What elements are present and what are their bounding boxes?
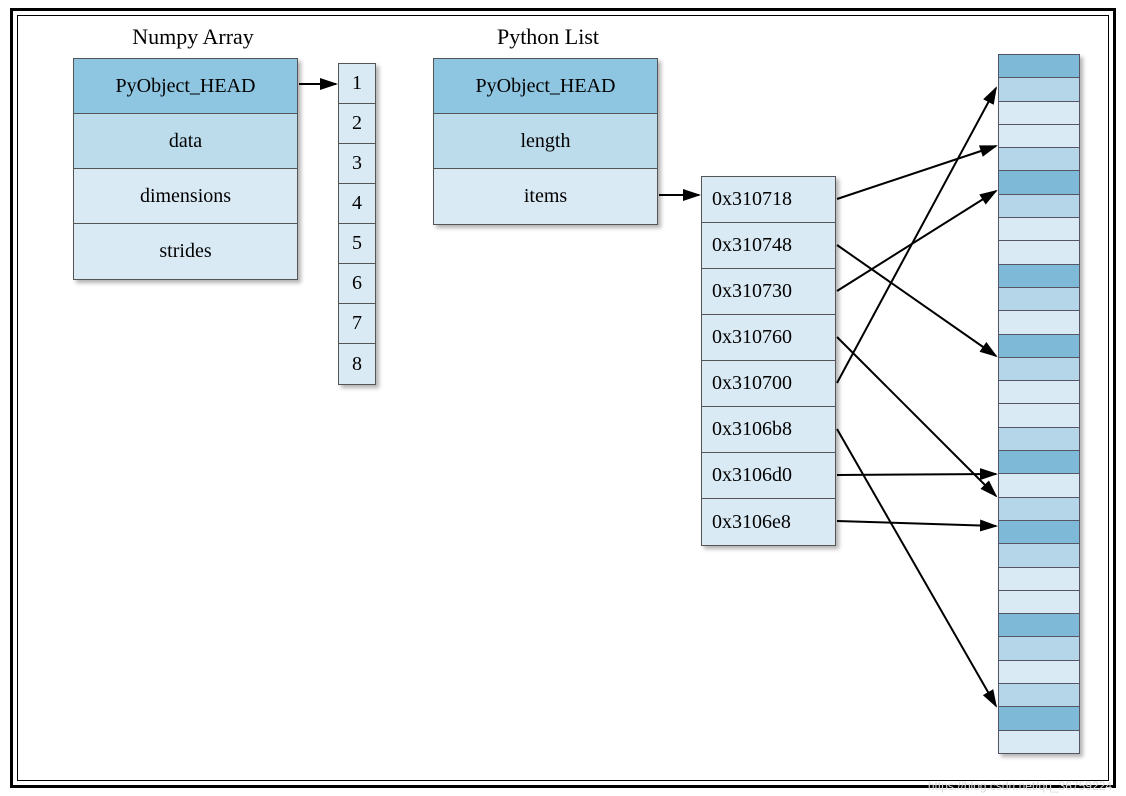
memory-cell: [999, 125, 1079, 148]
memory-cell: [999, 707, 1079, 730]
ptr-cell: 0x310760: [702, 315, 835, 361]
numpy-row-dimensions: dimensions: [74, 169, 297, 224]
memory-cell: [999, 335, 1079, 358]
ptr-cell: 0x3106b8: [702, 407, 835, 453]
memory-cell: [999, 78, 1079, 101]
memory-cell: [999, 171, 1079, 194]
num-cell: 1: [339, 64, 375, 104]
memory-cell: [999, 614, 1079, 637]
memory-cell: [999, 684, 1079, 707]
list-row-items: items: [434, 169, 657, 224]
memory-cell: [999, 311, 1079, 334]
num-cell: 4: [339, 184, 375, 224]
numpy-row-strides: strides: [74, 224, 297, 279]
list-struct: PyObject_HEAD length items: [433, 58, 658, 225]
list-title: Python List: [448, 24, 648, 50]
memory-cell: [999, 102, 1079, 125]
memory-cell: [999, 358, 1079, 381]
watermark: https://blog.csdn.net/qq_36759224: [928, 779, 1112, 793]
memory-cell: [999, 381, 1079, 404]
memory-cell: [999, 521, 1079, 544]
memory-cell: [999, 568, 1079, 591]
num-cell: 3: [339, 144, 375, 184]
numpy-title: Numpy Array: [93, 24, 293, 50]
memory-cell: [999, 218, 1079, 241]
num-cell: 5: [339, 224, 375, 264]
memory-cell: [999, 241, 1079, 264]
memory-cell: [999, 591, 1079, 614]
ptr-cell: 0x310730: [702, 269, 835, 315]
memory-cell: [999, 265, 1079, 288]
memory-cell: [999, 544, 1079, 567]
memory-column: [998, 54, 1080, 754]
memory-cell: [999, 288, 1079, 311]
memory-cell: [999, 195, 1079, 218]
list-row-head: PyObject_HEAD: [434, 59, 657, 114]
num-cell: 7: [339, 304, 375, 344]
memory-cell: [999, 637, 1079, 660]
ptr-cell: 0x310718: [702, 177, 835, 223]
memory-cell: [999, 498, 1079, 521]
inner-frame: Numpy Array Python List PyObject_HEAD da…: [17, 15, 1109, 781]
numpy-row-data: data: [74, 114, 297, 169]
ptr-cell: 0x310700: [702, 361, 835, 407]
outer-frame: Numpy Array Python List PyObject_HEAD da…: [10, 8, 1116, 788]
numpy-struct: PyObject_HEAD data dimensions strides: [73, 58, 298, 280]
num-cell: 6: [339, 264, 375, 304]
ptr-cell: 0x3106d0: [702, 453, 835, 499]
ptr-cell: 0x3106e8: [702, 499, 835, 545]
memory-cell: [999, 731, 1079, 753]
numpy-row-head: PyObject_HEAD: [74, 59, 297, 114]
ptr-cell: 0x310748: [702, 223, 835, 269]
memory-cell: [999, 55, 1079, 78]
memory-cell: [999, 404, 1079, 427]
num-cell: 2: [339, 104, 375, 144]
memory-cell: [999, 451, 1079, 474]
pointer-column: 0x310718 0x310748 0x310730 0x310760 0x31…: [701, 176, 836, 546]
number-column: 1 2 3 4 5 6 7 8: [338, 63, 376, 385]
list-row-length: length: [434, 114, 657, 169]
memory-cell: [999, 428, 1079, 451]
num-cell: 8: [339, 344, 375, 384]
memory-cell: [999, 474, 1079, 497]
memory-cell: [999, 661, 1079, 684]
memory-cell: [999, 148, 1079, 171]
